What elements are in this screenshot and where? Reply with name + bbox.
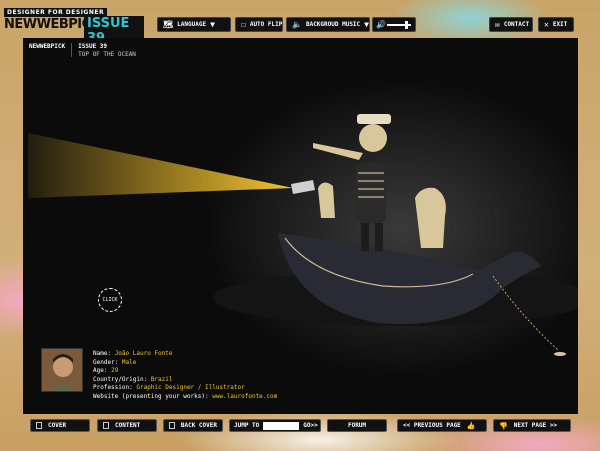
click-hotspot[interactable]: CLICK: [98, 288, 122, 312]
sailor-cap: [357, 114, 391, 124]
close-icon: ✕: [544, 19, 549, 29]
page-issue: ISSUE 39: [78, 43, 108, 50]
click-label: CLICK: [102, 297, 118, 303]
chevron-down-icon: ▼: [364, 19, 369, 29]
sailor-head: [359, 124, 387, 152]
next-page-button[interactable]: 👎 NEXT PAGE >>: [493, 419, 571, 432]
auto-flip-toggle[interactable]: ☐ AUTO FLIP: [235, 17, 283, 32]
page-brand: NEWWEBPICK: [29, 43, 66, 50]
mail-icon: ✉: [495, 19, 500, 29]
previous-page-label: << PREVIOUS PAGE: [403, 422, 461, 429]
page-icon: [169, 422, 175, 429]
author-profession: Graphic Designer / Illustrator: [136, 384, 245, 392]
author-website-link[interactable]: www.laurofonte.com: [212, 393, 277, 400]
content-label: CONTENT: [115, 422, 141, 429]
back-cover-button[interactable]: BACK COVER: [163, 419, 223, 432]
sailor-body: [356, 163, 386, 223]
music-label: BACKGROUD MUSIC: [305, 21, 361, 28]
forum-label: FORUM: [347, 422, 367, 429]
fishing-float: [554, 352, 566, 356]
author-country: Brazil: [150, 375, 173, 383]
cover-button[interactable]: COVER: [30, 419, 90, 432]
author-age: 29: [111, 367, 119, 375]
page-subtitle: TOP OF THE OCEAN: [78, 51, 136, 58]
language-label: LANGUAGE: [177, 21, 207, 28]
magazine-logo[interactable]: DESIGNER FOR DESIGNER NEWWEBPICK ISSUE 3…: [4, 8, 144, 46]
author-gender: Male: [121, 358, 137, 366]
jump-to-label: JUMP TO: [234, 422, 260, 429]
author-profession-row: Profession: Graphic Designer / Illustrat…: [93, 384, 245, 392]
author-website-row: Website (presenting your works): www.lau…: [93, 392, 278, 400]
background-music-dropdown[interactable]: 🔈 BACKGROUD MUSIC ▼: [286, 17, 370, 32]
author-info: Name: João Lauro Fonte Gender: Male Age:…: [93, 350, 277, 402]
sailor-right-leg: [375, 223, 383, 251]
next-page-label: NEXT PAGE >>: [513, 422, 558, 429]
contact-button[interactable]: ✉ CONTACT: [489, 17, 533, 32]
world-map-icon: 🗺: [163, 19, 174, 29]
page-icon: [103, 422, 109, 429]
author-country-row: Country/Origin: Brazil: [93, 375, 173, 383]
magazine-page: NEWWEBPICK ISSUE 39 TOP OF THE OCEAN CLI…: [23, 38, 578, 414]
forum-button[interactable]: FORUM: [327, 419, 387, 432]
cover-label: COVER: [48, 422, 67, 429]
language-dropdown[interactable]: 🗺 LANGUAGE ▼: [157, 17, 231, 32]
spotlight-glow: [203, 78, 578, 378]
header-divider: [71, 43, 73, 57]
bird: [318, 182, 335, 218]
content-button[interactable]: CONTENT: [97, 419, 157, 432]
page-icon: [36, 422, 42, 429]
volume-icon: 🔊: [376, 20, 386, 29]
thumbs-down-icon: 👎: [499, 421, 508, 430]
auto-flip-label: AUTO FLIP: [249, 21, 283, 28]
back-cover-label: BACK COVER: [180, 422, 217, 429]
previous-page-button[interactable]: << PREVIOUS PAGE 👍: [397, 419, 487, 432]
speaker-icon: 🔈: [292, 19, 302, 29]
author-age-row: Age: 29: [93, 367, 119, 375]
thumbs-up-icon: 👍: [466, 421, 476, 430]
author-photo: [41, 348, 83, 392]
jump-to-input[interactable]: [263, 421, 300, 430]
page-header: NEWWEBPICK ISSUE 39 TOP OF THE OCEAN: [29, 43, 136, 58]
exit-button[interactable]: ✕ EXIT: [538, 17, 574, 32]
go-button[interactable]: GO>>: [303, 422, 317, 429]
exit-label: EXIT: [552, 21, 568, 28]
chevron-down-icon: ▼: [210, 19, 215, 29]
jump-to-control: JUMP TO GO>>: [229, 419, 321, 432]
author-name: João Lauro Fonte: [114, 350, 173, 357]
checkbox-icon: ☐: [241, 19, 246, 29]
author-name-row: Name: João Lauro Fonte: [93, 350, 173, 357]
sailor-left-leg: [361, 223, 369, 251]
volume-slider[interactable]: 🔊: [372, 17, 416, 32]
author-gender-row: Gender: Male: [93, 358, 137, 366]
volume-knob[interactable]: [405, 21, 409, 29]
contact-label: CONTACT: [503, 21, 530, 28]
